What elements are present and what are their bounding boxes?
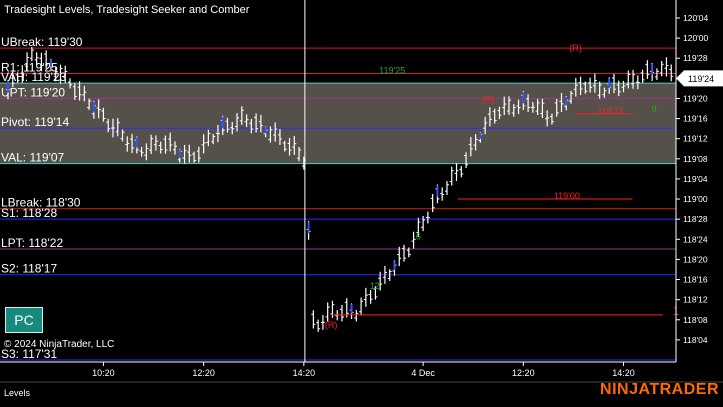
- price-tick-label: 120'00: [683, 33, 709, 43]
- chart-annotation: 119'00: [554, 191, 580, 201]
- price-tick-label: 119'28: [683, 53, 708, 63]
- chart-annotation: (R): [482, 94, 495, 104]
- chart-annotation: (R): [569, 43, 582, 53]
- level-label: S2: 118'17: [1, 262, 57, 276]
- price-tick-label: 120'04: [683, 13, 709, 23]
- brand-logo: NINJATRADER: [600, 381, 719, 398]
- level-label: VAL: 119'07: [1, 151, 65, 165]
- pc-button[interactable]: PC: [5, 307, 43, 333]
- time-tick-label: 4 Dec: [411, 368, 435, 378]
- price-tick-label: 118'12: [683, 295, 708, 305]
- level-label: LPT: 118'22: [1, 236, 63, 250]
- price-tick-label: 118'20: [683, 254, 708, 264]
- time-tick-label: 10:20: [92, 368, 115, 378]
- price-tick-label: 119'20: [683, 93, 708, 103]
- level-label: S1: 118'28: [1, 206, 57, 220]
- chart-annotation: 119'17: [597, 106, 623, 116]
- chart-annotation: (R): [325, 320, 338, 330]
- chart-title: Tradesight Levels, Tradesight Seeker and…: [4, 4, 250, 16]
- price-tick-label: 119'12: [683, 134, 708, 144]
- price-tick-label: 118'08: [683, 315, 708, 325]
- price-tick-label: 119'08: [683, 154, 708, 164]
- level-label: UBreak: 119'30: [1, 35, 83, 49]
- copyright-text: © 2024 NinjaTrader, LLC: [4, 339, 115, 350]
- time-tick-label: 14:20: [612, 368, 635, 378]
- chart-annotation: 6: [416, 231, 421, 241]
- price-tick-label: 118'04: [683, 335, 708, 345]
- price-tick-label: 118'28: [683, 214, 708, 224]
- current-price-label: 119'24: [688, 74, 714, 84]
- chart-annotation: 119'25: [379, 66, 405, 76]
- time-tick-label: 12:20: [192, 368, 215, 378]
- price-tick-label: 119'16: [683, 114, 708, 124]
- level-label: Pivot: 119'14: [1, 115, 69, 129]
- price-tick-label: 118'16: [683, 275, 708, 285]
- price-tick-label: 119'04: [683, 174, 708, 184]
- price-tick-label: 118'24: [683, 234, 708, 244]
- time-tick-label: 14:20: [293, 368, 316, 378]
- time-tick-label: 12:20: [512, 368, 535, 378]
- level-label: VAH: 119'23: [1, 70, 67, 84]
- price-tick-label: 119'00: [683, 194, 708, 204]
- value-area-band: [0, 83, 676, 164]
- chart-annotation: 12: [370, 281, 380, 291]
- chart-annotation: 9: [652, 104, 657, 114]
- level-label: UPT: 119'20: [1, 85, 65, 99]
- panel-label: Levels: [4, 388, 31, 398]
